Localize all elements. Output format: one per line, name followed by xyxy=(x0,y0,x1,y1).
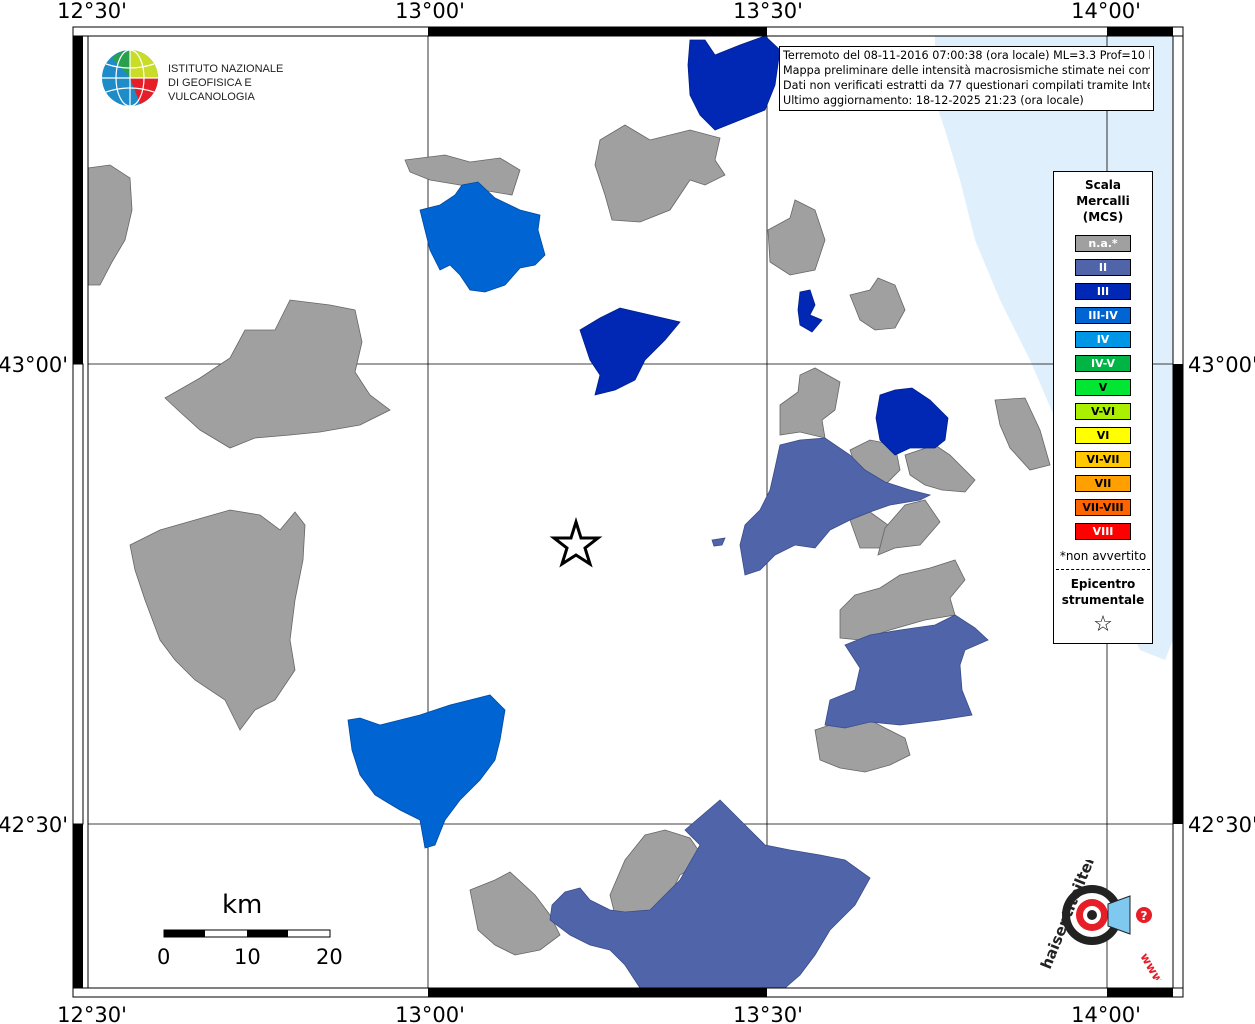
municipality xyxy=(767,199,826,276)
municipality xyxy=(904,444,976,493)
haisentito-url: www. xyxy=(1137,951,1168,981)
legend-swatch: II xyxy=(1075,258,1131,276)
event-info-box: Terremoto del 08-11-2016 07:00:38 (ora l… xyxy=(779,46,1154,111)
ingv-line-1: ISTITUTO NAZIONALE xyxy=(168,63,284,75)
legend-title-line-3: (MCS) xyxy=(1082,210,1124,224)
tick-bottom-1: 12°30' xyxy=(57,1003,127,1024)
municipalities-na xyxy=(87,124,1051,956)
municipality xyxy=(164,299,391,449)
municipality xyxy=(814,719,911,773)
tick-top-1: 12°30' xyxy=(57,0,127,23)
scale-label-10: 10 xyxy=(234,945,261,969)
ingv-line-2: DI GEOFISICA E VULCANOLOGIA xyxy=(168,77,255,103)
municipality xyxy=(849,277,906,331)
legend-item: V xyxy=(1054,375,1152,399)
tick-top-4: 14°00' xyxy=(1071,0,1141,23)
municipality xyxy=(87,164,133,286)
event-info-line-3: Dati non verificati estratti da 77 quest… xyxy=(783,79,1150,92)
municipality xyxy=(347,694,506,849)
legend-item: III xyxy=(1054,279,1152,303)
municipality xyxy=(419,181,546,293)
municipality xyxy=(875,387,949,456)
municipality xyxy=(687,35,781,131)
legend-items: n.a.* II III III-IV IV IV-V V V-VI VI VI-VII VII VI… xyxy=(1054,231,1152,543)
legend-swatch: VI xyxy=(1075,426,1131,444)
haisentito-logo-graphic: ? haisentitoilterremoto.it www. xyxy=(1037,860,1168,981)
legend-title-line-2: Mercalli xyxy=(1076,194,1130,208)
legend-item: VII xyxy=(1054,471,1152,495)
legend-note: *non avvertito xyxy=(1059,549,1147,563)
legend-swatch: III xyxy=(1075,282,1131,300)
scale-label-20: 20 xyxy=(316,945,343,969)
haisentito-logo: ? haisentitoilterremoto.it www. xyxy=(1030,860,1170,980)
legend-item: III-IV xyxy=(1054,303,1152,327)
legend-item: IV-V xyxy=(1054,351,1152,375)
legend-title: Scala Mercalli (MCS) xyxy=(1054,177,1152,225)
municipality xyxy=(549,799,871,989)
globe-icon xyxy=(102,49,158,107)
legend-epicenter-label: Epicentro strumentale xyxy=(1054,576,1152,608)
legend-item: VII-VIII xyxy=(1054,495,1152,519)
legend-title-line-1: Scala xyxy=(1084,178,1122,192)
tick-bottom-2: 13°00' xyxy=(395,1003,465,1024)
municipality xyxy=(994,397,1051,471)
legend-divider xyxy=(1056,569,1150,570)
scale-bar-graphic xyxy=(163,929,331,938)
municipality xyxy=(579,307,681,396)
legend-swatch: VI-VII xyxy=(1075,450,1131,468)
municipality xyxy=(711,537,726,547)
tick-left-1: 43°00' xyxy=(0,353,68,377)
legend-swatch: VII xyxy=(1075,474,1131,492)
tick-right-2: 42°30' xyxy=(1188,813,1255,837)
tick-bottom-3: 13°30' xyxy=(733,1003,803,1024)
legend-swatch: IV-V xyxy=(1075,354,1131,372)
legend-epicenter-line-2: strumentale xyxy=(1061,593,1145,607)
legend-item: V-VI xyxy=(1054,399,1152,423)
legend-swatch: V-VI xyxy=(1075,402,1131,420)
municipality xyxy=(739,437,932,576)
legend-swatch: VIII xyxy=(1075,522,1131,540)
epicenter-star xyxy=(549,516,603,568)
scale-bar: km 0 10 20 xyxy=(150,890,350,970)
tick-top-2: 13°00' xyxy=(395,0,465,23)
legend-epicenter-line-1: Epicentro xyxy=(1070,577,1136,591)
legend-swatch: IV xyxy=(1075,330,1131,348)
tick-top-3: 13°30' xyxy=(733,0,803,23)
legend-swatch: III-IV xyxy=(1075,306,1131,324)
legend-item: IV xyxy=(1054,327,1152,351)
legend-star-icon: ☆ xyxy=(1093,612,1113,637)
legend-item: VIII xyxy=(1054,519,1152,543)
svg-text:?: ? xyxy=(1141,909,1148,923)
municipality xyxy=(779,367,841,439)
legend-item: VI-VII xyxy=(1054,447,1152,471)
tick-left-2: 42°30' xyxy=(0,813,68,837)
municipalities-III-IV xyxy=(347,181,546,849)
municipality xyxy=(797,289,823,333)
legend-swatch: VII-VIII xyxy=(1075,498,1131,516)
legend-item: VI xyxy=(1054,423,1152,447)
municipality xyxy=(594,124,726,223)
legend-swatch: n.a.* xyxy=(1075,234,1131,252)
event-info-line-1: Terremoto del 08-11-2016 07:00:38 (ora l… xyxy=(783,49,1150,62)
tick-right-1: 43°00' xyxy=(1188,353,1255,377)
legend-item: n.a.* xyxy=(1054,231,1152,255)
tick-bottom-4: 14°00' xyxy=(1071,1003,1141,1024)
municipality xyxy=(877,499,941,556)
event-info-line-2: Mappa preliminare delle intensità macros… xyxy=(783,64,1150,77)
event-info-line-4: Ultimo aggiornamento: 18-12-2025 21:23 (… xyxy=(783,94,1084,107)
scale-label-0: 0 xyxy=(157,945,171,969)
ingv-logo: ISTITUTO NAZIONALE DI GEOFISICA E VULCAN… xyxy=(100,48,320,110)
mcs-legend: Scala Mercalli (MCS) n.a.* II III III-IV IV I… xyxy=(1053,171,1153,644)
municipality xyxy=(469,871,561,956)
municipality xyxy=(129,509,306,731)
legend-item: II xyxy=(1054,255,1152,279)
legend-swatch: V xyxy=(1075,378,1131,396)
